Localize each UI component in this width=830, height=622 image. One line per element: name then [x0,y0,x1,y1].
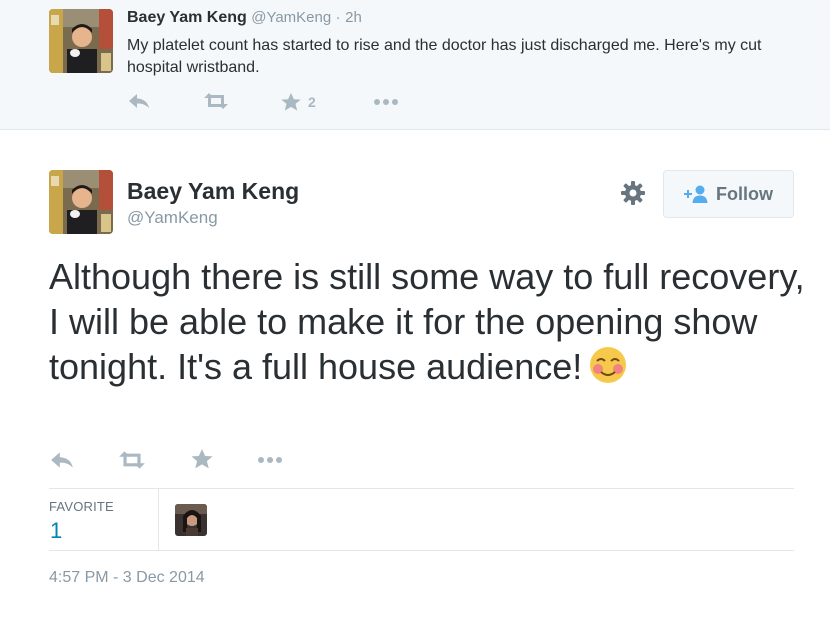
favorite-icon [191,449,213,469]
parent-separator: · [335,9,341,26]
author-avatar[interactable] [49,170,113,234]
favorites-label: FAVORITE [49,499,114,514]
more-icon [258,457,282,463]
parent-tweet-text: My platelet count has started to rise an… [127,37,762,76]
retweet-button[interactable] [117,450,147,470]
add-user-icon [684,185,708,203]
more-icon [374,99,398,105]
settings-button[interactable] [620,180,646,206]
parent-tweet-header: Baey Yam Keng @YamKeng · 2h [127,9,362,27]
retweet-icon [204,93,228,109]
parent-time[interactable]: 2h [345,9,362,26]
retweet-icon [119,451,145,469]
gear-icon [621,181,645,205]
parent-tweet[interactable]: Baey Yam Keng @YamKeng · 2h My platelet … [0,0,830,130]
parent-more-button[interactable] [372,94,400,110]
parent-favorite-count[interactable]: 2 [308,94,316,110]
tweet-timestamp[interactable]: 4:57 PM - 3 Dec 2014 [49,569,205,587]
follow-label: Follow [716,183,773,204]
parent-retweet-button[interactable] [202,92,230,110]
favorite-button[interactable] [190,448,214,470]
parent-reply-button[interactable] [127,92,151,110]
favorite-icon [281,93,301,111]
reply-button[interactable] [49,450,75,470]
author-handle[interactable]: @YamKeng [127,208,218,228]
parent-favorite-button[interactable]: 2 [280,92,316,112]
tweet-stats: FAVORITE 1 [49,488,794,551]
parent-avatar[interactable] [49,9,113,73]
tweet-text: Although there is still some way to full… [49,254,809,389]
follow-button[interactable]: Follow [663,170,794,218]
author-name[interactable]: Baey Yam Keng [127,178,299,205]
favoriter-avatar[interactable] [175,504,207,536]
reply-icon [51,452,73,468]
parent-author-name[interactable]: Baey Yam Keng [127,9,247,26]
reply-icon [129,94,149,108]
more-button[interactable] [256,452,284,468]
smiling-blushing-face-emoji [590,347,627,383]
favorites-count[interactable]: 1 [50,518,62,544]
favorites-stat[interactable]: FAVORITE 1 [49,489,159,550]
parent-author-handle[interactable]: @YamKeng [251,9,331,26]
tweet-text-content: Although there is still some way to full… [49,256,805,387]
